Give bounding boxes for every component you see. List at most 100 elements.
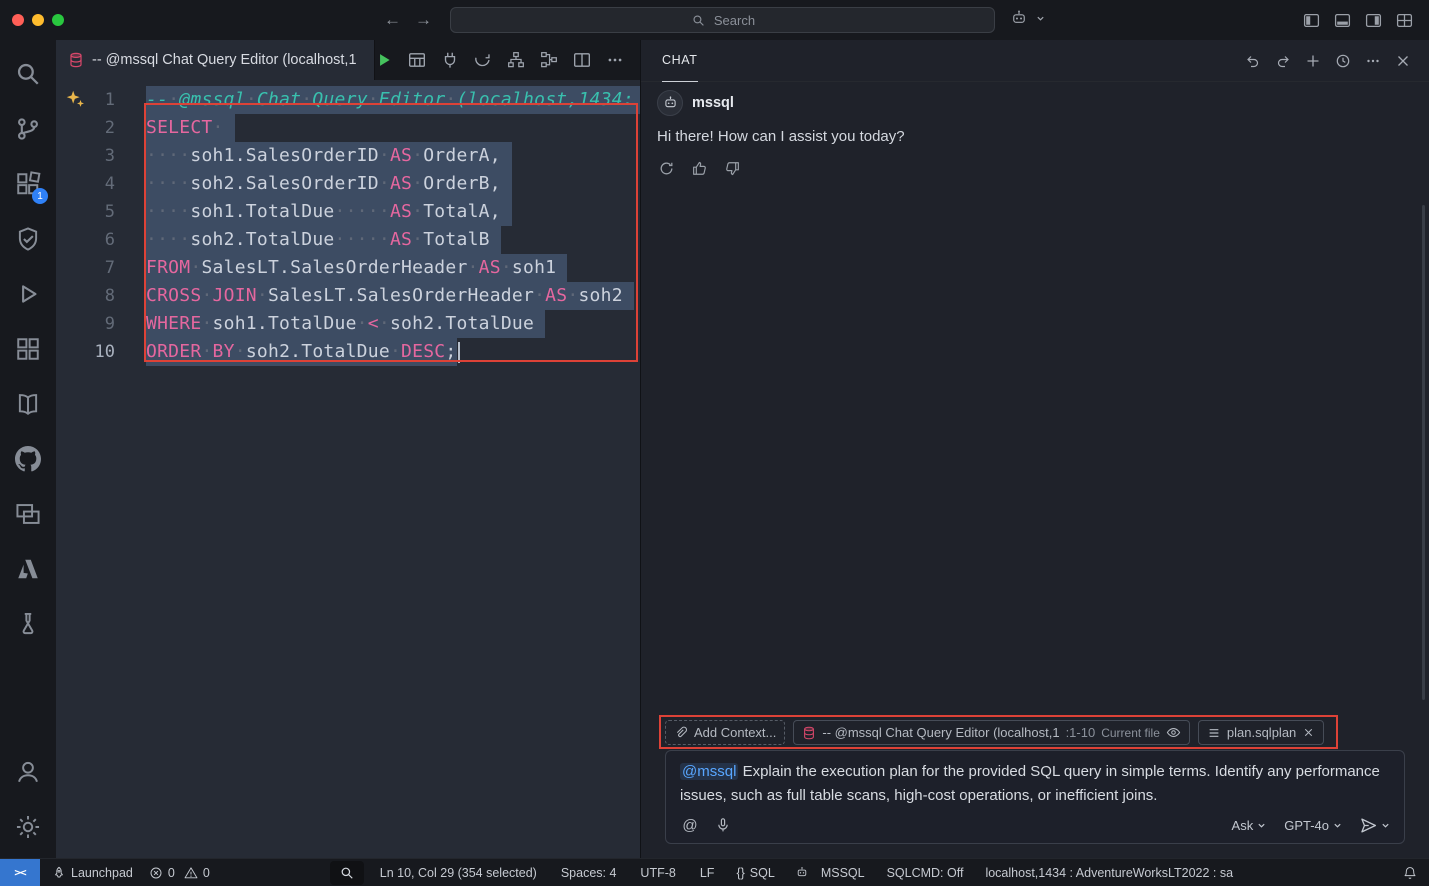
remove-context-icon[interactable] bbox=[1302, 726, 1315, 739]
minimize-window-button[interactable] bbox=[32, 14, 44, 26]
chat-message-text: Hi there! How can I assist you today? bbox=[657, 128, 1413, 145]
code-line[interactable]: 7FROM·SalesLT.SalesOrderHeader·AS·soh1 bbox=[56, 254, 640, 282]
code-line[interactable]: 6····soh2.TotalDue·····AS·TotalB bbox=[56, 226, 640, 254]
chat-panel: CHAT bbox=[640, 40, 1429, 858]
navigate-back-icon[interactable]: ← bbox=[384, 10, 401, 30]
change-connection-icon[interactable] bbox=[474, 51, 492, 69]
sidebar-item-grid-explorer[interactable] bbox=[4, 325, 52, 373]
close-icon[interactable] bbox=[1394, 52, 1411, 69]
copilot-account-button[interactable] bbox=[1010, 9, 1049, 27]
sqlcmd-status[interactable]: SQLCMD: Off bbox=[887, 859, 964, 886]
redo-icon[interactable] bbox=[1274, 52, 1291, 69]
connect-icon[interactable] bbox=[441, 51, 459, 69]
code-line[interactable]: 8CROSS·JOIN·SalesLT.SalesOrderHeader·AS·… bbox=[56, 282, 640, 310]
launchpad-button[interactable]: Launchpad bbox=[52, 859, 133, 886]
tab-chat[interactable]: CHAT bbox=[662, 40, 698, 82]
account-button[interactable] bbox=[4, 748, 52, 796]
global-search-input[interactable]: Search bbox=[450, 7, 995, 33]
close-window-button[interactable] bbox=[12, 14, 24, 26]
zoom-window-button[interactable] bbox=[52, 14, 64, 26]
microphone-icon[interactable] bbox=[713, 815, 733, 835]
encoding-indicator[interactable]: UTF-8 bbox=[640, 859, 675, 886]
chat-prompt-text[interactable]: @mssql Explain the execution plan for th… bbox=[680, 760, 1390, 808]
chevron-down-icon bbox=[1031, 9, 1049, 27]
code-line[interactable]: 4····soh2.SalesOrderID·AS·OrderB, bbox=[56, 170, 640, 198]
line-number: 9 bbox=[56, 310, 115, 338]
sidebar-item-source-control[interactable] bbox=[4, 105, 52, 153]
navigate-forward-icon[interactable]: → bbox=[415, 10, 432, 30]
history-icon[interactable] bbox=[1334, 52, 1351, 69]
line-number: 6 bbox=[56, 226, 115, 254]
settings-button[interactable] bbox=[4, 803, 52, 851]
send-icon bbox=[1360, 817, 1377, 834]
more-actions-icon[interactable] bbox=[1364, 52, 1381, 69]
launchpad-label: Launchpad bbox=[71, 866, 133, 880]
new-chat-icon[interactable] bbox=[1304, 52, 1321, 69]
connection-status[interactable]: localhost,1434 : AdventureWorksLT2022 : … bbox=[985, 859, 1233, 886]
line-number: 8 bbox=[56, 282, 115, 310]
code-line[interactable]: 9WHERE·soh1.TotalDue·<·soh2.TotalDue bbox=[56, 310, 640, 338]
regenerate-icon[interactable] bbox=[657, 159, 675, 177]
grid-icon bbox=[15, 336, 41, 362]
copilot-sparkle-icon[interactable] bbox=[64, 88, 86, 110]
sidebar-item-mssql[interactable] bbox=[4, 600, 52, 648]
customize-layout-icon[interactable] bbox=[1395, 11, 1413, 29]
sidebar-item-azure[interactable] bbox=[4, 545, 52, 593]
chat-scrollbar[interactable] bbox=[1422, 205, 1425, 700]
split-editor-icon[interactable] bbox=[573, 51, 591, 69]
code-line[interactable]: 5····soh1.TotalDue·····AS·TotalA, bbox=[56, 198, 640, 226]
execute-query-button[interactable] bbox=[375, 51, 393, 69]
results-grid-icon[interactable] bbox=[408, 51, 426, 69]
remote-indicator[interactable]: >< bbox=[0, 859, 40, 886]
indentation-indicator[interactable]: Spaces: 4 bbox=[561, 859, 617, 886]
editor-tab[interactable]: -- @mssql Chat Query Editor (localhost,1 bbox=[56, 40, 375, 80]
copilot-status-button[interactable] bbox=[795, 859, 809, 886]
query-plan-icon[interactable] bbox=[540, 51, 558, 69]
ask-mode-dropdown[interactable]: Ask bbox=[1232, 818, 1267, 833]
sidebar-item-extensions[interactable]: 1 bbox=[4, 160, 52, 208]
context-chip-current-file[interactable]: -- @mssql Chat Query Editor (localhost,1… bbox=[793, 720, 1190, 745]
language-indicator[interactable]: {} SQL bbox=[736, 859, 774, 886]
plan-chip-label: plan.sqlplan bbox=[1227, 725, 1296, 740]
sidebar-item-notebooks[interactable] bbox=[4, 380, 52, 428]
toggle-secondary-sidebar-icon[interactable] bbox=[1364, 11, 1382, 29]
thumbs-up-icon[interactable] bbox=[690, 159, 708, 177]
toggle-primary-sidebar-icon[interactable] bbox=[1302, 11, 1320, 29]
chat-input-box[interactable]: @mssql Explain the execution plan for th… bbox=[665, 750, 1405, 844]
sidebar-item-run-debug[interactable] bbox=[4, 270, 52, 318]
notifications-bell-icon[interactable] bbox=[1403, 859, 1417, 886]
more-actions-icon[interactable] bbox=[606, 51, 624, 69]
mssql-mention-chip: @mssql bbox=[680, 763, 738, 780]
code-line[interactable]: 10ORDER·BY·soh2.TotalDue·DESC; bbox=[56, 338, 640, 366]
editor-tabbar: -- @mssql Chat Query Editor (localhost,1 bbox=[56, 40, 640, 80]
sidebar-item-github[interactable] bbox=[4, 435, 52, 483]
send-button[interactable] bbox=[1360, 817, 1390, 834]
magnifier-icon bbox=[340, 866, 354, 880]
error-count: 0 bbox=[168, 866, 175, 880]
problems-indicator[interactable]: 0 0 bbox=[149, 859, 210, 886]
sidebar-item-remote-explorer[interactable] bbox=[4, 490, 52, 538]
code-line[interactable]: 2SELECT· bbox=[56, 114, 640, 142]
titlebar: ← → Search bbox=[0, 0, 1429, 40]
code-line[interactable]: 1--·@mssql·Chat·Query·Editor·(localhost,… bbox=[56, 86, 640, 114]
mssql-status[interactable]: MSSQL bbox=[821, 859, 865, 886]
estimated-plan-icon[interactable] bbox=[507, 51, 525, 69]
model-dropdown[interactable]: GPT-4o bbox=[1284, 818, 1342, 833]
sidebar-item-testing[interactable] bbox=[4, 215, 52, 263]
add-context-button[interactable]: Add Context... bbox=[665, 720, 785, 745]
thumbs-down-icon[interactable] bbox=[723, 159, 741, 177]
line-number: 4 bbox=[56, 170, 115, 198]
eol-indicator[interactable]: LF bbox=[700, 859, 715, 886]
mention-context-icon[interactable]: @ bbox=[680, 815, 700, 835]
sidebar-item-search[interactable] bbox=[4, 50, 52, 98]
toggle-panel-icon[interactable] bbox=[1333, 11, 1351, 29]
eye-icon[interactable] bbox=[1166, 725, 1181, 740]
zoom-indicator[interactable] bbox=[330, 861, 364, 885]
context-chip-title: -- @mssql Chat Query Editor (localhost,1 bbox=[822, 725, 1059, 740]
mssql-robot-avatar bbox=[657, 90, 683, 116]
editor[interactable]: 1--·@mssql·Chat·Query·Editor·(localhost,… bbox=[56, 80, 640, 858]
code-line[interactable]: 3····soh1.SalesOrderID·AS·OrderA, bbox=[56, 142, 640, 170]
context-chip-plan-file[interactable]: plan.sqlplan bbox=[1198, 720, 1324, 745]
undo-icon[interactable] bbox=[1244, 52, 1261, 69]
cursor-position[interactable]: Ln 10, Col 29 (354 selected) bbox=[380, 859, 537, 886]
